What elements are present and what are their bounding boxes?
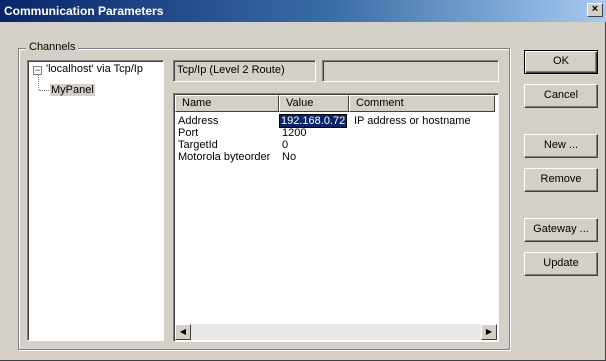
table-row[interactable]: Address 192.168.0.72 IP address or hostn…	[178, 114, 494, 128]
param-value: No	[282, 151, 297, 163]
collapse-icon[interactable]: −	[33, 66, 42, 75]
update-button[interactable]: Update	[524, 252, 598, 276]
table-row[interactable]: Motorola byteorder No	[178, 151, 494, 163]
remove-button[interactable]: Remove	[524, 168, 598, 192]
protocol-field: Tcp/Ip (Level 2 Route)	[173, 60, 316, 82]
gateway-button[interactable]: Gateway ...	[524, 218, 598, 242]
param-name: Port	[178, 127, 199, 139]
param-value-input[interactable]: 192.168.0.72	[278, 114, 348, 128]
close-icon: ×	[591, 3, 599, 15]
param-value: 0	[282, 139, 289, 151]
param-comment: IP address or hostname	[354, 115, 471, 127]
scroll-right-icon[interactable]: ▶	[481, 324, 497, 340]
ok-button[interactable]: OK	[524, 50, 598, 74]
communication-parameters-dialog: Communication Parameters × Channels − 'l…	[0, 0, 606, 361]
tree-connector-line	[38, 74, 39, 90]
table-row[interactable]: TargetId 0	[178, 139, 494, 151]
column-header-name[interactable]: Name	[175, 95, 279, 112]
route-info-field	[322, 60, 499, 82]
column-header-comment[interactable]: Comment	[349, 95, 495, 112]
dialog-title: Communication Parameters	[4, 4, 164, 18]
tree-node-localhost[interactable]: 'localhost' via Tcp/Ip	[46, 63, 143, 75]
parameters-list[interactable]: Name Value Comment Address 192.168.0.72 …	[173, 93, 499, 342]
list-header: Name Value Comment	[175, 95, 495, 112]
horizontal-scrollbar[interactable]: ◀ ▶	[175, 324, 497, 340]
title-bar[interactable]: Communication Parameters ×	[0, 0, 606, 22]
tree-connector-line	[39, 90, 49, 91]
tree-node-mypanel[interactable]: MyPanel	[50, 84, 95, 96]
param-name: Address	[178, 115, 219, 127]
new-button[interactable]: New ...	[524, 134, 598, 158]
channels-group-label: Channels	[26, 41, 79, 53]
param-name: Motorola byteorder	[178, 151, 271, 163]
column-header-value[interactable]: Value	[279, 95, 349, 112]
table-row[interactable]: Port 1200	[178, 127, 494, 139]
param-value: 1200	[282, 127, 307, 139]
close-button[interactable]: ×	[587, 3, 603, 17]
scroll-left-icon[interactable]: ◀	[175, 324, 191, 340]
channels-tree[interactable]: − 'localhost' via Tcp/Ip MyPanel	[27, 60, 164, 341]
param-name: TargetId	[178, 139, 218, 151]
cancel-button[interactable]: Cancel	[524, 84, 598, 108]
